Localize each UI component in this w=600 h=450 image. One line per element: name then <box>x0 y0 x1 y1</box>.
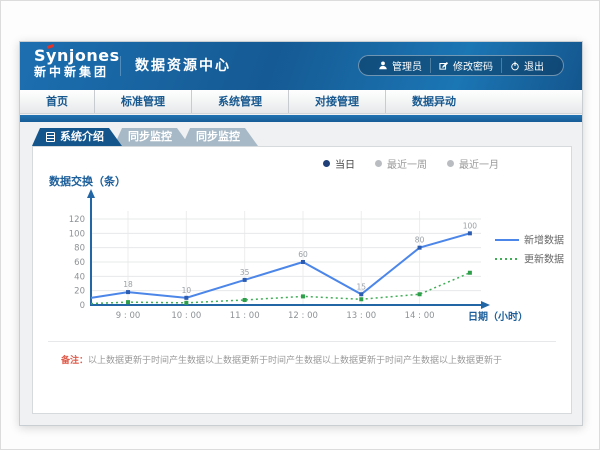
user-icon <box>378 60 388 71</box>
svg-text:80: 80 <box>415 236 425 245</box>
svg-text:14 : 00: 14 : 00 <box>405 311 435 321</box>
chart-grid <box>91 211 481 305</box>
svg-text:100: 100 <box>463 221 478 230</box>
logo-subtext: 新中新集团 <box>34 64 120 80</box>
admin-button[interactable]: 管理员 <box>370 58 430 73</box>
svg-text:35: 35 <box>240 268 250 277</box>
logout-button[interactable]: 退出 <box>501 58 552 73</box>
svg-text:13 : 00: 13 : 00 <box>346 311 376 321</box>
note-text: 以上数据更新于时间产生数据以上数据更新于时间产生数据以上数据更新于时间产生数据以… <box>88 356 502 366</box>
exchange-chart: 0 20 40 60 80 100 120 9 : 00 10 : 00 11 : 00 12 : … <box>43 185 571 335</box>
svg-text:0: 0 <box>80 301 85 311</box>
synjones-logo: Synjones 新中新集团 <box>34 47 120 80</box>
radio-dot-icon <box>375 160 382 167</box>
filter-last-month[interactable]: 最近一月 <box>447 156 499 171</box>
note-prefix: 备注： <box>61 356 88 366</box>
nav-accent-strip <box>20 115 582 122</box>
document-icon <box>46 132 55 142</box>
tab-sync-monitor-2[interactable]: 同步监控 <box>182 128 258 146</box>
svg-text:11 : 00: 11 : 00 <box>230 311 260 321</box>
range-filters: 当日 最近一周 最近一月 <box>323 156 499 171</box>
svg-text:12 : 00: 12 : 00 <box>288 311 318 321</box>
nav-item-data-change[interactable]: 数据异动 <box>385 90 482 113</box>
svg-text:9 : 00: 9 : 00 <box>116 311 141 321</box>
change-password-button[interactable]: 修改密码 <box>430 58 501 73</box>
svg-text:10: 10 <box>182 286 192 295</box>
tab-system-intro[interactable]: 系统介绍 <box>32 128 122 146</box>
page: Synjones 新中新集团 数据资源中心 管理员 <box>0 0 600 450</box>
main-nav: 首页 标准管理 系统管理 对接管理 数据异动 <box>20 90 582 114</box>
svg-text:80: 80 <box>74 244 85 254</box>
svg-text:18: 18 <box>123 280 133 289</box>
nav-item-standard-mgmt[interactable]: 标准管理 <box>94 90 191 113</box>
filter-label: 最近一周 <box>387 156 427 171</box>
radio-dot-icon <box>323 160 330 167</box>
nav-item-system-mgmt[interactable]: 系统管理 <box>191 90 288 113</box>
filter-today[interactable]: 当日 <box>323 156 355 171</box>
logout-label: 退出 <box>524 58 544 73</box>
svg-text:120: 120 <box>69 215 85 225</box>
svg-text:10 : 00: 10 : 00 <box>171 311 201 321</box>
filter-last-week[interactable]: 最近一周 <box>375 156 427 171</box>
svg-text:20: 20 <box>74 287 85 297</box>
svg-text:100: 100 <box>69 229 85 239</box>
chart-x-axis-title: 日期（小时） <box>468 310 528 323</box>
svg-text:60: 60 <box>74 258 85 268</box>
svg-text:40: 40 <box>74 272 85 282</box>
nav-item-home[interactable]: 首页 <box>20 90 94 113</box>
change-password-label: 修改密码 <box>453 58 493 73</box>
content-panel: 当日 最近一周 最近一月 数据交换（条） 0204060801001209 : … <box>32 146 572 414</box>
svg-text:60: 60 <box>298 250 308 259</box>
chart-legend: 新增数据更新数据 <box>495 234 564 266</box>
svg-text:更新数据: 更新数据 <box>524 253 564 266</box>
logo-wordmark: Synjones <box>34 47 120 64</box>
app-window: Synjones 新中新集团 数据资源中心 管理员 <box>19 41 583 426</box>
note-divider <box>48 341 556 342</box>
page-title: 数据资源中心 <box>120 56 231 76</box>
tab-sync-monitor-1[interactable]: 同步监控 <box>114 128 190 146</box>
nav-item-interface-mgmt[interactable]: 对接管理 <box>288 90 385 113</box>
edit-icon <box>439 61 449 71</box>
footer-note: 备注：以上数据更新于时间产生数据以上数据更新于时间产生数据以上数据更新于时间产生… <box>61 353 551 366</box>
tab-bar: 系统介绍 同步监控 同步监控 <box>32 128 250 146</box>
tab-label: 系统介绍 <box>60 128 104 146</box>
tab-label: 同步监控 <box>196 128 240 146</box>
app-header: Synjones 新中新集团 数据资源中心 管理员 <box>20 42 582 90</box>
tab-label: 同步监控 <box>128 128 172 146</box>
filter-label: 最近一月 <box>459 156 499 171</box>
power-icon <box>510 61 520 71</box>
radio-dot-icon <box>447 160 454 167</box>
user-menu: 管理员 修改密码 退出 <box>358 55 564 76</box>
admin-label: 管理员 <box>392 58 422 73</box>
svg-text:新增数据: 新增数据 <box>524 234 564 247</box>
filter-label: 当日 <box>335 156 355 171</box>
svg-text:15: 15 <box>356 282 366 291</box>
